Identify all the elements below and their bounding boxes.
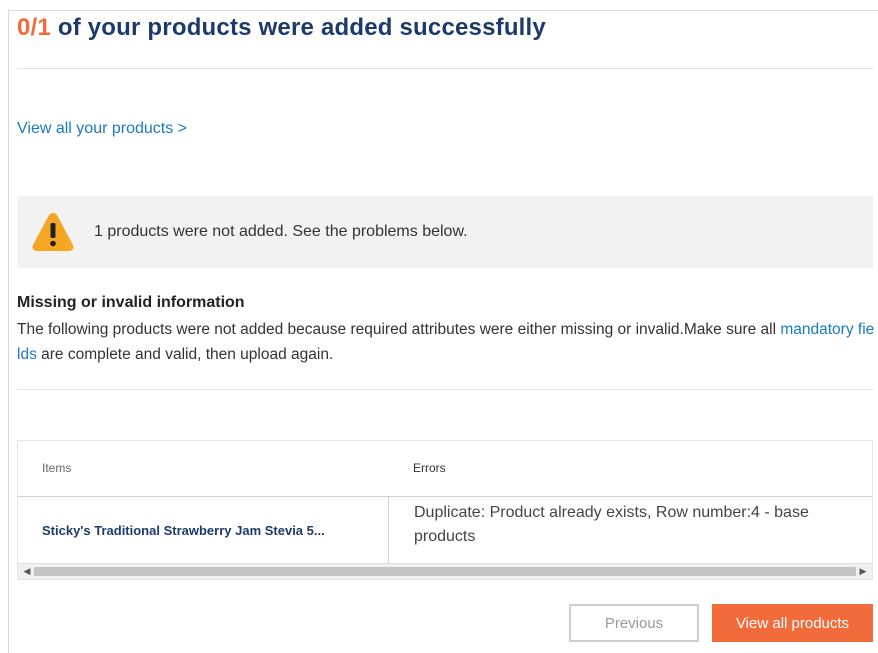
table-header: Items Errors: [18, 441, 872, 497]
alert-message: 1 products were not added. See the probl…: [94, 223, 468, 240]
divider: [17, 68, 873, 69]
column-header-errors: Errors: [413, 461, 446, 475]
page-title-text: of your products were added successfully: [50, 14, 546, 41]
column-header-items: Items: [42, 461, 72, 475]
product-name-cell[interactable]: Sticky's Traditional Strawberry Jam Stev…: [42, 523, 372, 538]
problems-desc-text-end: are complete and valid, then upload agai…: [36, 346, 334, 363]
view-all-products-button[interactable]: View all products: [712, 604, 873, 642]
scroll-right-icon[interactable]: ▶: [856, 564, 870, 579]
problems-desc-text: The following products were not added be…: [17, 321, 781, 338]
warning-alert: 1 products were not added. See the probl…: [17, 196, 873, 268]
horizontal-scrollbar[interactable]: ◀ ▶: [18, 563, 872, 579]
column-divider: [388, 497, 389, 563]
scrollbar-thumb[interactable]: [34, 567, 856, 576]
errors-table: Items Errors Sticky's Traditional Strawb…: [17, 440, 873, 580]
page-title: 0/1 of your products were added successf…: [17, 14, 546, 42]
table-row: Sticky's Traditional Strawberry Jam Stev…: [18, 497, 872, 563]
divider: [17, 389, 873, 390]
error-cell: Duplicate: Product already exists, Row n…: [414, 504, 809, 545]
scroll-left-icon[interactable]: ◀: [20, 564, 34, 579]
success-count: 0/1: [17, 14, 51, 41]
previous-button[interactable]: Previous: [569, 604, 699, 642]
problems-heading: Missing or invalid information: [17, 294, 245, 311]
problems-description: The following products were not added be…: [17, 317, 877, 367]
view-all-products-link[interactable]: View all your products >: [17, 120, 187, 138]
warning-triangle-icon: [30, 210, 76, 254]
